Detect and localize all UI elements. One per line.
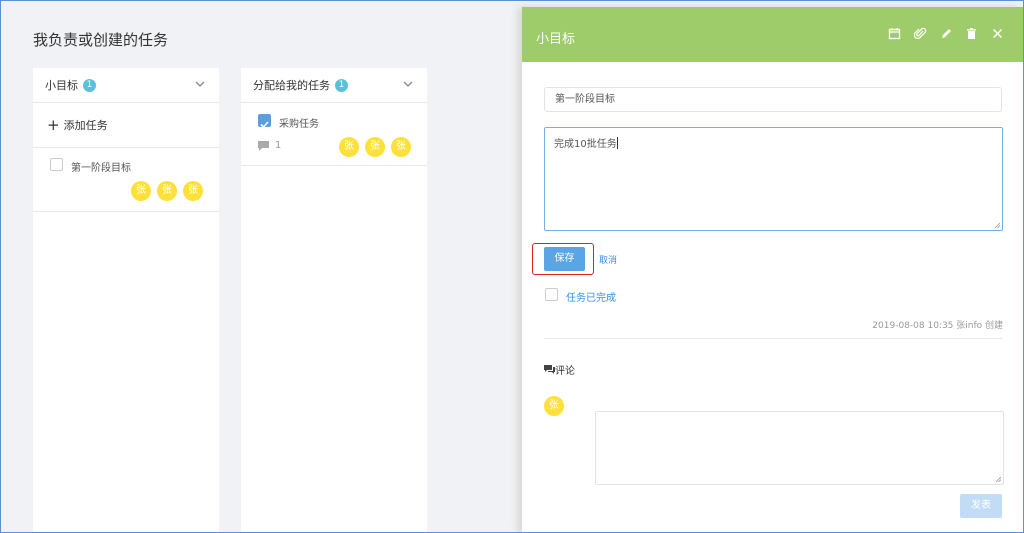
comment-textarea[interactable] xyxy=(595,411,1004,485)
page-title: 我负责或创建的任务 xyxy=(33,31,169,49)
task-card[interactable]: 采购任务 1 张 张 张 xyxy=(241,103,427,166)
resize-handle-icon[interactable] xyxy=(994,222,1000,228)
task-column-small-goal: 小目标 1 + 添加任务 第一阶段目标 张 张 张 xyxy=(33,68,219,532)
avatar: 张 xyxy=(131,181,151,201)
check-icon xyxy=(260,121,269,129)
app-frame: 我负责或创建的任务 小目标 1 + 添加任务 第一阶段目标 张 张 张 分配给我… xyxy=(0,0,1024,533)
trash-icon[interactable] xyxy=(965,27,978,40)
task-name: 第一阶段目标 xyxy=(71,163,131,174)
text-caret xyxy=(616,137,618,149)
add-task-label: 添加任务 xyxy=(63,119,108,132)
panel-header: 小目标 xyxy=(522,7,1023,62)
pencil-icon[interactable] xyxy=(940,27,953,40)
publish-button[interactable]: 发表 xyxy=(960,494,1002,518)
paperclip-icon[interactable] xyxy=(914,27,927,40)
task-checkbox-checked[interactable] xyxy=(258,114,271,129)
created-meta: 2019-08-08 10:35 张info 创建 xyxy=(872,321,1003,331)
comment-count: 1 xyxy=(275,140,282,151)
add-task-button[interactable]: + 添加任务 xyxy=(33,103,219,148)
avatar: 张 xyxy=(157,181,177,201)
chevron-down-icon[interactable] xyxy=(193,77,207,91)
task-checkbox[interactable] xyxy=(50,158,63,171)
calendar-icon[interactable] xyxy=(888,27,901,40)
close-icon[interactable] xyxy=(991,27,1004,40)
task-card[interactable]: 第一阶段目标 张 张 张 xyxy=(33,148,219,212)
cancel-link[interactable]: 取消 xyxy=(599,253,617,266)
comments-heading-text: 评论 xyxy=(555,366,575,377)
chevron-down-icon[interactable] xyxy=(401,77,415,91)
avatar: 张 xyxy=(544,396,564,416)
count-badge: 1 xyxy=(83,78,96,92)
description-text: 完成10批任务 xyxy=(554,139,617,150)
task-complete-label[interactable]: 任务已完成 xyxy=(566,289,616,304)
save-button[interactable]: 保存 xyxy=(544,247,585,271)
comment-icon xyxy=(258,141,269,151)
plus-icon: + xyxy=(47,115,60,134)
comments-icon xyxy=(544,364,555,374)
task-description-textarea[interactable]: 完成10批任务 xyxy=(544,127,1003,231)
task-column-assigned-to-me: 分配给我的任务 1 采购任务 1 张 张 张 xyxy=(241,68,427,532)
column-title: 分配给我的任务 xyxy=(253,79,330,92)
task-complete-checkbox[interactable] xyxy=(545,288,558,301)
column-header[interactable]: 小目标 1 xyxy=(33,68,219,103)
task-title-input[interactable]: 第一阶段目标 xyxy=(544,87,1002,112)
column-title: 小目标 xyxy=(45,79,78,92)
avatar: 张 xyxy=(365,137,385,157)
comments-heading: 评论 xyxy=(544,362,575,377)
panel-title: 小目标 xyxy=(536,32,576,47)
resize-handle-icon[interactable] xyxy=(995,476,1001,482)
task-detail-panel: 小目标 第一阶段目标 完成10批任务 保存 取消 任务已完成 2019-08-0… xyxy=(522,7,1023,532)
task-name: 采购任务 xyxy=(279,119,319,130)
column-header[interactable]: 分配给我的任务 1 xyxy=(241,68,427,103)
avatar: 张 xyxy=(391,137,411,157)
divider xyxy=(544,338,1003,339)
avatar: 张 xyxy=(183,181,203,201)
avatar: 张 xyxy=(339,137,359,157)
count-badge: 1 xyxy=(335,78,348,92)
